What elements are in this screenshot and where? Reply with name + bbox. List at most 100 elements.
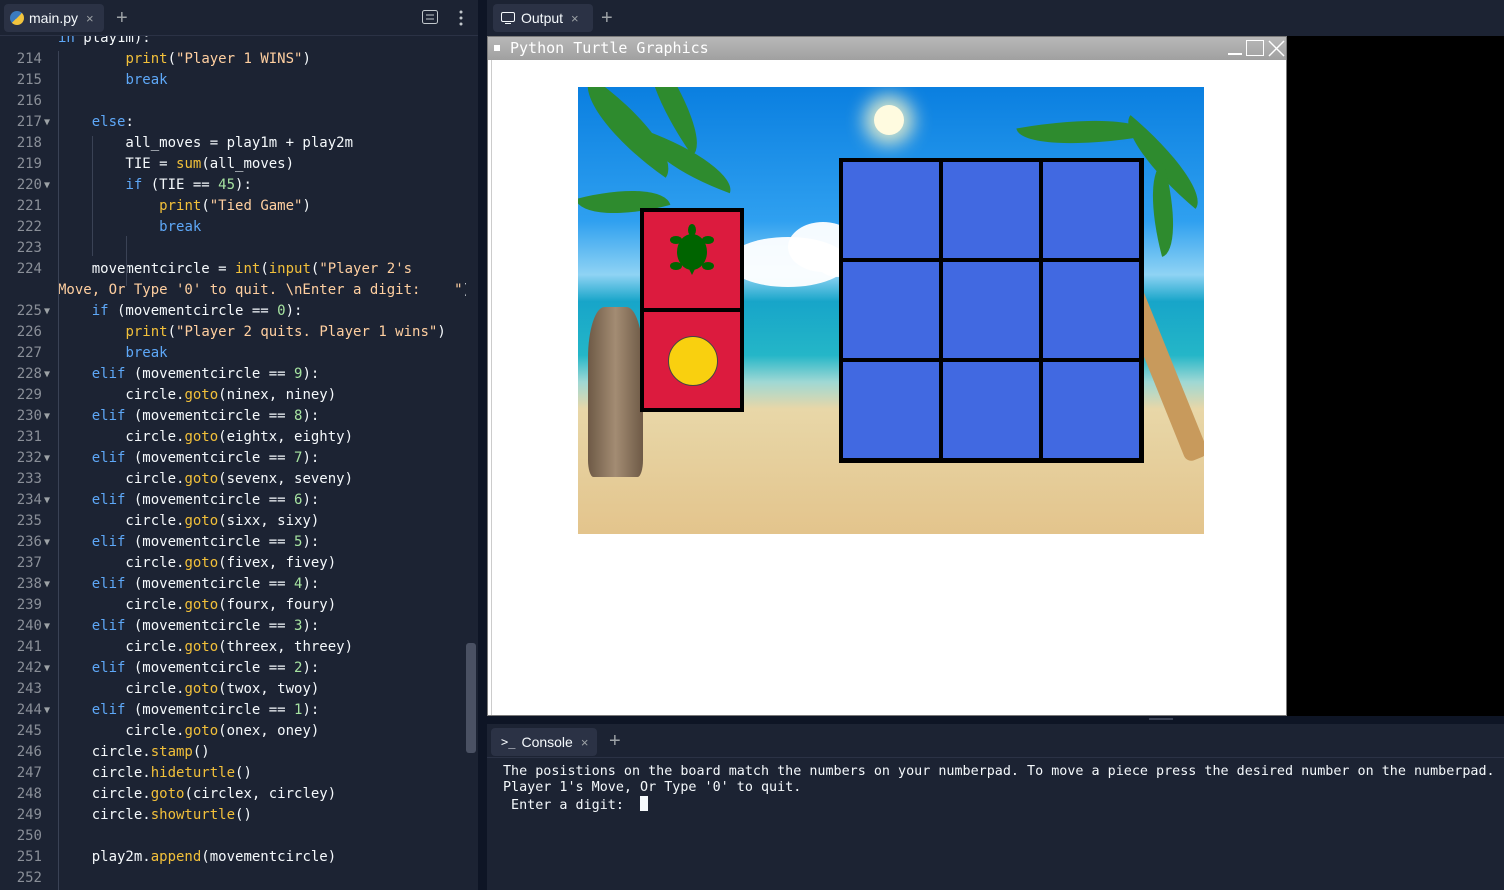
- code-editor-pane: main.py × + in play1m): 214 print("Player…: [0, 0, 478, 890]
- board-cell[interactable]: [1043, 162, 1139, 258]
- board-cell[interactable]: [843, 262, 939, 358]
- terminal-icon: >_: [501, 735, 516, 749]
- code-line: movementcircle = int(input("Player 2's: [58, 261, 413, 277]
- code-line: else:: [91, 114, 134, 130]
- code-line: if (movementcircle == 0):: [91, 303, 303, 319]
- line-number: 228: [16, 366, 42, 382]
- code-line: play2m.append(movementcircle): [58, 849, 337, 865]
- tab-main-py-label: main.py: [29, 10, 79, 26]
- code-line: circle.goto(eightx, eighty): [58, 429, 354, 445]
- console-prompt: Enter a digit:: [503, 798, 641, 813]
- code-line: circle.stamp(): [58, 744, 210, 760]
- line-number: 235: [16, 513, 42, 529]
- code-line: elif (movementcircle == 4):: [91, 576, 320, 592]
- code-line: elif (movementcircle == 3):: [91, 618, 320, 634]
- more-options-icon[interactable]: [458, 10, 464, 26]
- line-number: 220: [16, 177, 42, 193]
- sun: [874, 105, 904, 135]
- fold-arrow-icon[interactable]: ▼: [44, 117, 50, 128]
- code-line: in play1m):: [58, 36, 151, 46]
- line-number: 231: [16, 429, 42, 445]
- code-line: circle.goto(fourx, foury): [58, 597, 337, 613]
- circle-icon: [668, 336, 718, 386]
- line-number: 246: [16, 744, 42, 760]
- fold-arrow-icon[interactable]: ▼: [44, 306, 50, 317]
- maximize-icon[interactable]: [1246, 40, 1264, 56]
- line-number: 229: [16, 387, 42, 403]
- code-line: circle.showturtle(): [58, 807, 252, 823]
- fold-arrow-icon[interactable]: ▼: [44, 495, 50, 506]
- line-number: 225: [16, 303, 42, 319]
- code-line: if (TIE == 45):: [125, 177, 252, 193]
- fold-arrow-icon[interactable]: ▼: [44, 621, 50, 632]
- palm-trunk-left: [588, 307, 643, 477]
- horizontal-splitter[interactable]: [487, 716, 1504, 724]
- tab-main-py[interactable]: main.py ×: [4, 4, 104, 32]
- close-window-icon[interactable]: [1268, 40, 1285, 57]
- console-line: The posistions on the board match the nu…: [503, 764, 1495, 779]
- pane-splitter[interactable]: [478, 0, 487, 890]
- line-number: 218: [16, 135, 42, 151]
- close-tab-icon[interactable]: ×: [581, 735, 589, 750]
- board-cell[interactable]: [1043, 262, 1139, 358]
- line-number: 241: [16, 639, 42, 655]
- player1-turtle-square: [644, 212, 740, 308]
- board-cell[interactable]: [943, 162, 1039, 258]
- code-line: print("Tied Game"): [159, 198, 311, 214]
- tab-output[interactable]: Output ×: [493, 4, 593, 32]
- layout-icon[interactable]: [422, 10, 438, 24]
- turtle-graphics-window[interactable]: Python Turtle Graphics: [487, 36, 1287, 716]
- minimize-icon[interactable]: [1226, 40, 1244, 56]
- code-line: elif (movementcircle == 9):: [91, 366, 320, 382]
- line-number: 252: [16, 870, 42, 886]
- code-line: elif (movementcircle == 5):: [91, 534, 320, 550]
- line-number: 236: [16, 534, 42, 550]
- add-tab-icon[interactable]: +: [116, 8, 128, 28]
- board-cell[interactable]: [1043, 362, 1139, 458]
- close-tab-icon[interactable]: ×: [571, 11, 579, 26]
- line-number: 214: [16, 51, 42, 67]
- board-cell[interactable]: [943, 362, 1039, 458]
- fold-arrow-icon[interactable]: ▼: [44, 663, 50, 674]
- code-line: circle.goto(onex, oney): [58, 723, 320, 739]
- code-line: circle.goto(fivex, fivey): [58, 555, 337, 571]
- line-number: 243: [16, 681, 42, 697]
- window-title-bar[interactable]: Python Turtle Graphics: [488, 37, 1286, 60]
- fold-arrow-icon[interactable]: ▼: [44, 180, 50, 191]
- code-line: circle.goto(circlex, circley): [58, 786, 337, 802]
- code-line: break: [125, 72, 168, 88]
- code-line: circle.goto(twox, twoy): [58, 681, 320, 697]
- fold-arrow-icon[interactable]: ▼: [44, 537, 50, 548]
- line-number: 230: [16, 408, 42, 424]
- turtle-canvas[interactable]: [491, 60, 1286, 715]
- tic-tac-toe-board[interactable]: [839, 158, 1144, 463]
- line-number: 215: [16, 72, 42, 88]
- board-cell[interactable]: [843, 162, 939, 258]
- output-pane: Python Turtle Graphics: [487, 36, 1504, 716]
- splitter-grip[interactable]: [1149, 718, 1173, 720]
- code-line: circle.goto(ninex, niney): [58, 387, 337, 403]
- code-line: elif (movementcircle == 8):: [91, 408, 320, 424]
- add-tab-icon[interactable]: +: [601, 8, 613, 28]
- console-output[interactable]: The posistions on the board match the nu…: [487, 758, 1504, 890]
- line-number: 247: [16, 765, 42, 781]
- code-line: all_moves = play1m + play2m: [58, 135, 354, 151]
- board-cell[interactable]: [843, 362, 939, 458]
- board-cell[interactable]: [943, 262, 1039, 358]
- add-tab-icon[interactable]: +: [609, 731, 621, 751]
- fold-arrow-icon[interactable]: ▼: [44, 579, 50, 590]
- line-number: 224: [16, 261, 42, 277]
- code-area[interactable]: in play1m): 214 print("Player 1 WINS") 215…: [0, 36, 466, 890]
- code-line: elif (movementcircle == 2):: [91, 660, 320, 676]
- fold-arrow-icon[interactable]: ▼: [44, 369, 50, 380]
- window-menu-icon[interactable]: [494, 45, 500, 51]
- close-tab-icon[interactable]: ×: [86, 11, 94, 26]
- fold-arrow-icon[interactable]: ▼: [44, 453, 50, 464]
- fold-arrow-icon[interactable]: ▼: [44, 411, 50, 422]
- fold-arrow-icon[interactable]: ▼: [44, 705, 50, 716]
- tab-console[interactable]: >_ Console ×: [491, 728, 597, 756]
- editor-tab-bar: main.py × +: [0, 0, 478, 36]
- editor-scrollbar[interactable]: [466, 643, 476, 753]
- line-number: 216: [16, 93, 42, 109]
- line-number: 221: [16, 198, 42, 214]
